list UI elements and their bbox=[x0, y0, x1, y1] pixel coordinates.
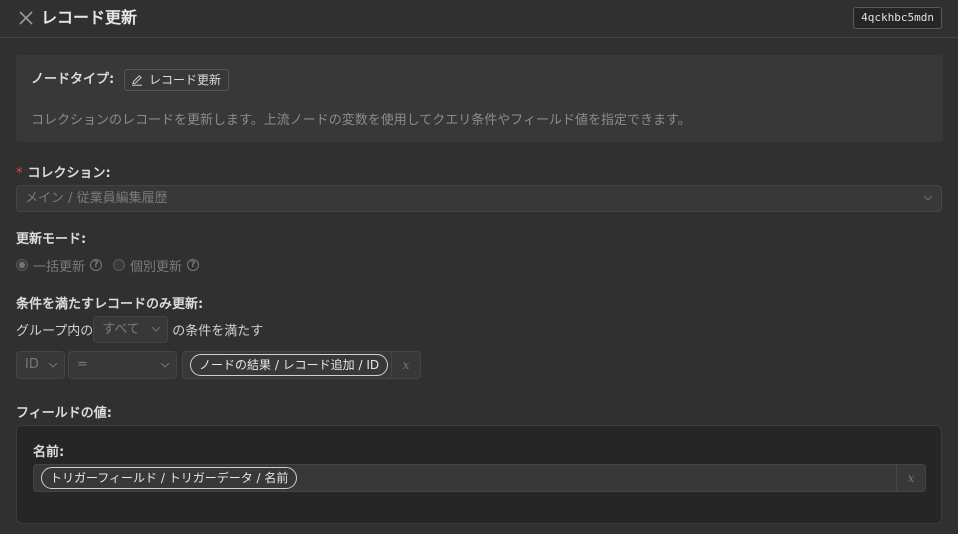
node-type-tag[interactable]: レコード更新 bbox=[124, 69, 230, 91]
collection-label-text: コレクション: bbox=[27, 166, 111, 181]
radio-bulk-update-label[interactable]: 一括更新 bbox=[33, 256, 85, 275]
drawer-title: レコード更新 bbox=[41, 8, 138, 27]
close-icon[interactable] bbox=[18, 10, 34, 26]
field-name-value-input[interactable]: トリガーフィールド / トリガーデータ / 名前 x bbox=[33, 464, 926, 492]
condition-operator-select[interactable]: = bbox=[68, 351, 177, 379]
drawer-header: レコード更新 4qckhbc5mdn bbox=[0, 0, 958, 38]
condition-field-value: ID bbox=[25, 357, 39, 372]
edit-icon bbox=[132, 75, 142, 86]
clear-button[interactable]: x bbox=[391, 352, 420, 378]
collection-select[interactable]: メイン / 従業員編集履歴 bbox=[16, 185, 942, 212]
help-icon[interactable]: ? bbox=[187, 259, 200, 271]
condition-operator-value: = bbox=[77, 357, 88, 372]
clear-button[interactable]: x bbox=[896, 465, 925, 491]
filter-group-row: グループ内の すべて の条件を満たす bbox=[16, 316, 263, 343]
filter-label: 条件を満たすレコードのみ更新: bbox=[16, 297, 204, 312]
collection-select-value: メイン / 従業員編集履歴 bbox=[25, 191, 168, 206]
node-id-badge[interactable]: 4qckhbc5mdn bbox=[853, 7, 942, 29]
radio-bulk-update[interactable] bbox=[16, 259, 28, 271]
condition-field-select[interactable]: ID bbox=[16, 351, 65, 379]
variable-tag[interactable]: トリガーフィールド / トリガーデータ / 名前 bbox=[41, 467, 298, 489]
field-values-panel: 名前: トリガーフィールド / トリガーデータ / 名前 x bbox=[16, 425, 942, 524]
update-mode-radio-group: 一括更新 ? 個別更新 ? bbox=[16, 256, 200, 275]
node-type-label: ノードタイプ: bbox=[31, 72, 115, 87]
collection-label: * コレクション: bbox=[16, 165, 111, 183]
group-suffix-text: の条件を満たす bbox=[172, 324, 264, 339]
field-name-label: 名前: bbox=[33, 445, 65, 460]
radio-individual-update-label[interactable]: 個別更新 bbox=[130, 256, 182, 275]
node-description: コレクションのレコードを更新します。上流ノードの変数を使用してクエリ条件やフィー… bbox=[31, 113, 691, 128]
chevron-down-icon bbox=[151, 326, 161, 332]
condition-value-input[interactable]: ノードの結果 / レコード追加 / ID x bbox=[182, 351, 421, 379]
chevron-down-icon bbox=[923, 195, 933, 201]
group-logic-select[interactable]: すべて bbox=[93, 316, 169, 343]
update-mode-label: 更新モード: bbox=[16, 232, 87, 247]
variable-tag[interactable]: ノードの結果 / レコード追加 / ID bbox=[190, 354, 389, 376]
node-type-value: レコード更新 bbox=[149, 73, 222, 87]
chevron-down-icon bbox=[160, 362, 170, 368]
required-mark: * bbox=[16, 166, 23, 181]
group-prefix-text: グループ内の bbox=[16, 324, 94, 339]
field-values-label: フィールドの値: bbox=[16, 406, 112, 421]
group-logic-value: すべて bbox=[102, 322, 140, 337]
radio-individual-update[interactable] bbox=[113, 259, 126, 271]
node-info-box: ノードタイプ: レコード更新 コレクションのレコードを更新します。上流ノードの変… bbox=[16, 55, 943, 142]
help-icon[interactable]: ? bbox=[90, 259, 103, 271]
chevron-down-icon bbox=[48, 362, 58, 368]
